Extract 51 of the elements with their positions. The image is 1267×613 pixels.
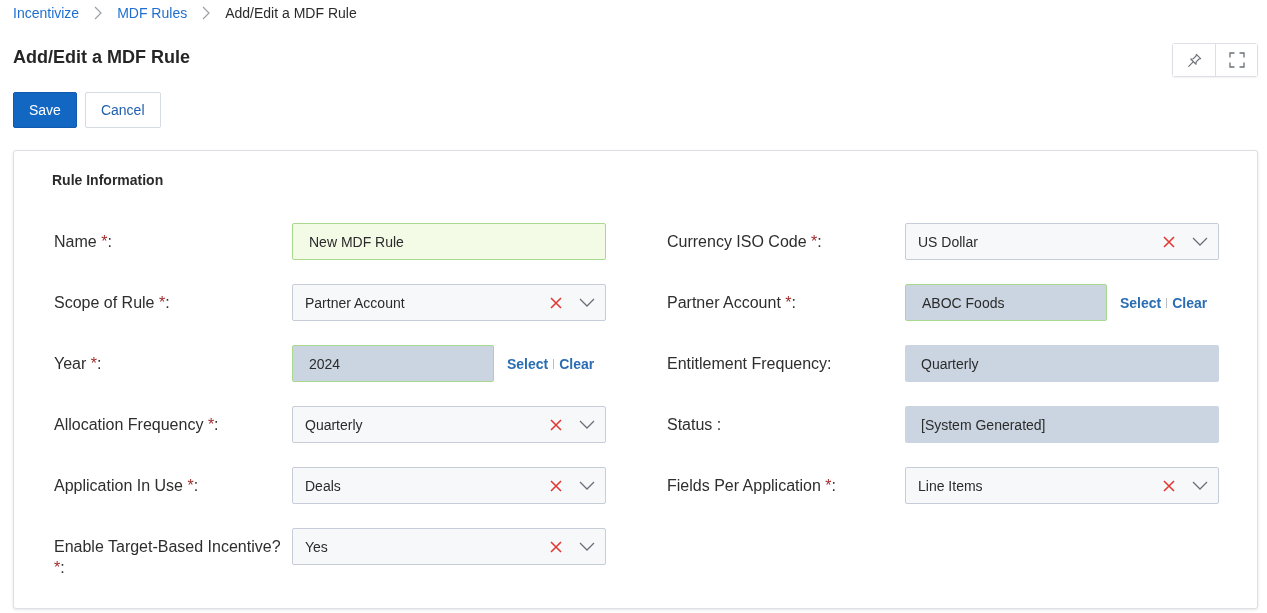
clear-link[interactable]: Clear [559,355,595,372]
dropdown-field[interactable]: Partner Account [292,284,606,321]
chevron-down-icon[interactable] [579,298,595,307]
clear-icon[interactable] [550,418,562,431]
fullscreen-icon [1228,52,1245,68]
field-label: Fields Per Application *: [667,476,837,496]
clear-icon[interactable] [550,479,562,492]
dropdown-field[interactable]: Quarterly [292,406,606,443]
field-label: Entitlement Frequency: [667,354,833,374]
clear-icon[interactable] [550,296,562,309]
dropdown-field[interactable]: Line Items [905,467,1219,504]
dropdown-field[interactable]: Yes [292,528,606,565]
clear-link[interactable]: Clear [1172,294,1208,311]
lookup-field[interactable]: 2024 [292,345,494,382]
select-link[interactable]: Select [1120,294,1162,311]
breadcrumb-link[interactable]: MDF Rules [117,4,188,22]
clear-icon[interactable] [1163,479,1175,492]
section-title: Rule Information [52,171,165,190]
chevron-down-icon[interactable] [579,542,595,551]
field-label: Scope of Rule *: [54,293,171,313]
field-label: Partner Account *: [667,293,797,313]
lookup-field[interactable]: ABOC Foods [905,284,1107,321]
field-label: Status : [667,415,723,435]
page-title: Add/Edit a MDF Rule [13,46,190,69]
clear-icon[interactable] [550,540,562,553]
clear-icon[interactable] [1163,235,1175,248]
readonly-field: [System Generated] [905,406,1219,443]
text-input[interactable]: New MDF Rule [292,223,606,260]
field-label: Year *: [54,354,103,374]
field-label: Name *: [54,232,113,252]
chevron-down-icon[interactable] [579,420,595,429]
breadcrumb-current: Add/Edit a MDF Rule [225,4,357,22]
field-label: Enable Target-Based Incentive? *: [54,537,282,578]
chevron-down-icon[interactable] [1192,481,1208,490]
field-label: Application In Use *: [54,476,200,496]
field-label: Allocation Frequency *: [54,415,220,435]
readonly-field: Quarterly [905,345,1219,382]
cancel-button[interactable]: Cancel [84,92,161,128]
field-label: Currency ISO Code *: [667,232,823,252]
pin-icon [1186,52,1202,68]
chevron-down-icon[interactable] [1192,237,1208,246]
save-button[interactable]: Save [13,92,77,128]
fullscreen-button[interactable] [1215,44,1257,76]
breadcrumb-link[interactable]: Incentivize [13,4,80,22]
chevron-right-icon [202,6,211,20]
select-link[interactable]: Select [507,355,549,372]
dropdown-field[interactable]: US Dollar [905,223,1219,260]
pin-button[interactable] [1173,44,1215,76]
chevron-down-icon[interactable] [579,481,595,490]
dropdown-field[interactable]: Deals [292,467,606,504]
chevron-right-icon [94,6,103,20]
